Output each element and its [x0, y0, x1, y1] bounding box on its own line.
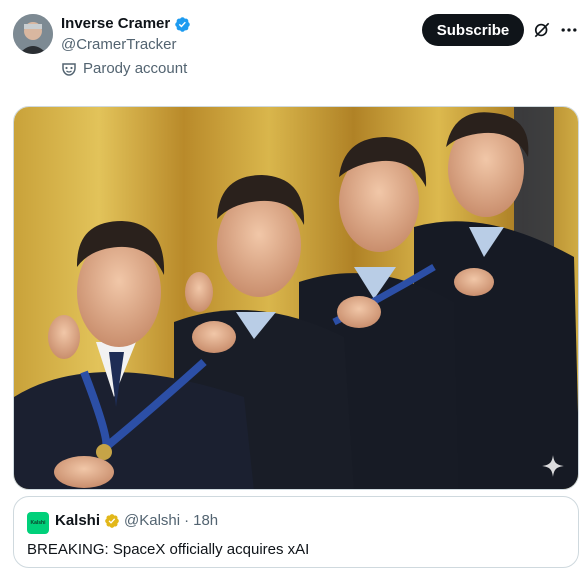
author-name-row: Inverse Cramer: [61, 15, 191, 33]
quoted-post-header: Kalshi @Kalshi · 18h: [55, 512, 218, 529]
author-avatar[interactable]: [13, 14, 53, 54]
avatar-image: [13, 14, 53, 54]
quoted-author-handle[interactable]: @Kalshi: [124, 512, 180, 529]
subscribe-button[interactable]: Subscribe: [422, 14, 524, 46]
parody-label: Parody account: [83, 60, 188, 77]
kalshi-avatar[interactable]: Kalshi: [27, 512, 49, 534]
verified-badge-icon[interactable]: [174, 16, 191, 33]
sparkle-icon[interactable]: [540, 453, 566, 479]
quoted-post[interactable]: Kalshi Kalshi @Kalshi · 18h BREAKING: Sp…: [13, 496, 579, 568]
quoted-post-text: BREAKING: SpaceX officially acquires xAI: [27, 541, 310, 558]
kalshi-logo-text: Kalshi: [30, 520, 46, 526]
grok-icon[interactable]: [532, 20, 552, 40]
author-name[interactable]: Inverse Cramer: [61, 15, 170, 33]
post-image[interactable]: [13, 106, 579, 490]
quoted-author-name[interactable]: Kalshi: [55, 512, 100, 529]
author-handle[interactable]: @CramerTracker: [61, 36, 177, 53]
more-options-icon[interactable]: [559, 20, 579, 40]
image-content: [14, 107, 578, 489]
mask-icon: [62, 62, 76, 76]
quoted-post-time[interactable]: 18h: [193, 512, 218, 529]
gold-verified-badge-icon[interactable]: [104, 513, 120, 529]
parody-label-row: Parody account: [61, 60, 187, 77]
meta-separator: ·: [184, 512, 190, 529]
